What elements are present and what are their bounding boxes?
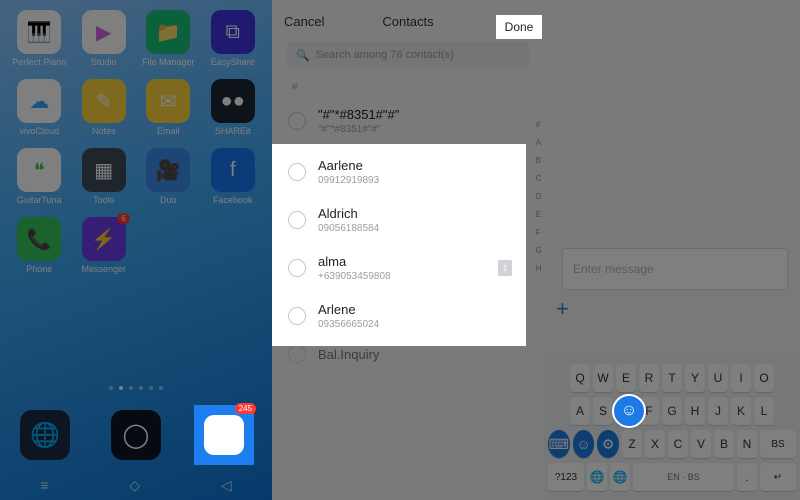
contact-row[interactable]: Aarlene09912919893 (272, 148, 526, 196)
contact-radio[interactable] (288, 259, 306, 277)
app-guitartuna[interactable]: ❝GuitarTuna (10, 148, 69, 205)
period-key[interactable]: . (737, 463, 757, 491)
key-a[interactable]: A (570, 397, 590, 425)
messages-app-highlight[interactable]: 245 (194, 405, 254, 465)
done-button-highlight[interactable]: Done (496, 15, 542, 39)
soft-keyboard: QWERTYUIO ASDFGHJKL ⌨☺⚙ZXCVBNBS ?123🌐🌐EN… (544, 358, 800, 500)
search-icon: 🔍 (296, 49, 310, 62)
browser-app[interactable]: 🌐 (20, 410, 70, 460)
app-perfect-piano[interactable]: 🎹Perfect Piano (10, 10, 69, 67)
app-facebook[interactable]: fFacebook (204, 148, 263, 205)
enter-key[interactable]: ↵ (760, 463, 796, 491)
key-q[interactable]: Q (570, 364, 590, 392)
compose-message: Enter message + QWERTYUIO ASDFGHJKL ⌨☺⚙Z… (544, 0, 800, 500)
section-header-hash: # (272, 78, 544, 97)
add-attachment-button[interactable]: + (556, 296, 569, 322)
key-n[interactable]: N (737, 430, 757, 458)
alpha-index[interactable]: #ABCDEFGH (536, 120, 542, 273)
contact-row[interactable]: Arlene09356665024 (272, 292, 526, 340)
app-phone[interactable]: 📞Phone (10, 217, 69, 274)
contact-radio[interactable] (288, 112, 306, 130)
messages-badge: 245 (235, 403, 256, 414)
keyboard-switch[interactable]: ⌨ (548, 430, 570, 458)
backspace-key[interactable]: BS (760, 430, 796, 458)
search-placeholder: Search among 76 contact(s) (316, 49, 454, 61)
settings-key[interactable]: ⚙ (597, 430, 619, 458)
contacts-title: Contacts (382, 14, 433, 29)
app-easyshare[interactable]: ⧉EasyShare (204, 10, 263, 67)
contacts-list-highlight: Aarlene09912919893Aldrich09056188584alma… (272, 144, 526, 346)
key-i[interactable]: I (731, 364, 751, 392)
contact-row[interactable]: alma+6390534598081 (272, 244, 526, 292)
app-vivocloud[interactable]: ☁vivoCloud (10, 79, 69, 136)
key-k[interactable]: K (731, 397, 751, 425)
android-navbar: ≡ ◇ ◁ (0, 470, 272, 500)
contact-radio[interactable] (288, 163, 306, 181)
language-key[interactable]: 🌐 (587, 463, 607, 491)
key-e[interactable]: E (616, 364, 636, 392)
badge: 6 (117, 213, 129, 224)
key-o[interactable]: O (754, 364, 774, 392)
app-studio[interactable]: ▶Studio (75, 10, 134, 67)
home-button[interactable]: ◇ (129, 477, 140, 494)
key-w[interactable]: W (593, 364, 613, 392)
app-duo[interactable]: 🎥Duo (139, 148, 198, 205)
contact-row[interactable]: "#"*#8351#"#" "#"*#8351#"#" (272, 97, 544, 145)
app-email[interactable]: ✉Email (139, 79, 198, 136)
app-shareit[interactable]: ●●SHAREit (204, 79, 263, 136)
key-r[interactable]: R (639, 364, 659, 392)
contact-radio[interactable] (288, 345, 306, 363)
sim-badge: 1 (498, 260, 512, 276)
recents-button[interactable]: ≡ (40, 477, 48, 493)
app-messenger[interactable]: ⚡6Messenger (75, 217, 134, 274)
key-t[interactable]: T (662, 364, 682, 392)
key-s[interactable]: S (593, 397, 613, 425)
key-v[interactable]: V (691, 430, 711, 458)
emoji-key[interactable]: ☺ (573, 430, 595, 458)
key-j[interactable]: J (708, 397, 728, 425)
message-input[interactable]: Enter message (562, 248, 788, 290)
app-tools[interactable]: ▦Tools (75, 148, 134, 205)
key-g[interactable]: G (662, 397, 682, 425)
key-h[interactable]: H (685, 397, 705, 425)
contact-radio[interactable] (288, 307, 306, 325)
spacebar[interactable]: EN · BS (633, 463, 734, 491)
symbols-key[interactable]: ?123 (548, 463, 584, 491)
app-notes[interactable]: ✎Notes (75, 79, 134, 136)
page-indicator (0, 386, 272, 390)
contact-radio[interactable] (288, 211, 306, 229)
camera-app[interactable]: ◯ (111, 410, 161, 460)
cancel-button[interactable]: Cancel (284, 14, 324, 29)
emoji-key-highlight[interactable]: ☺ (612, 394, 646, 428)
key-z[interactable]: Z (622, 430, 642, 458)
app-file-manager[interactable]: 📁File Manager (139, 10, 198, 67)
key-x[interactable]: X (645, 430, 665, 458)
key-u[interactable]: U (708, 364, 728, 392)
key-y[interactable]: Y (685, 364, 705, 392)
contacts-search[interactable]: 🔍 Search among 76 contact(s) (286, 42, 530, 68)
key-l[interactable]: L (754, 397, 774, 425)
key-b[interactable]: B (714, 430, 734, 458)
globe-key[interactable]: 🌐 (610, 463, 630, 491)
back-button[interactable]: ◁ (221, 477, 232, 494)
key-c[interactable]: C (668, 430, 688, 458)
contact-row[interactable]: Aldrich09056188584 (272, 196, 526, 244)
